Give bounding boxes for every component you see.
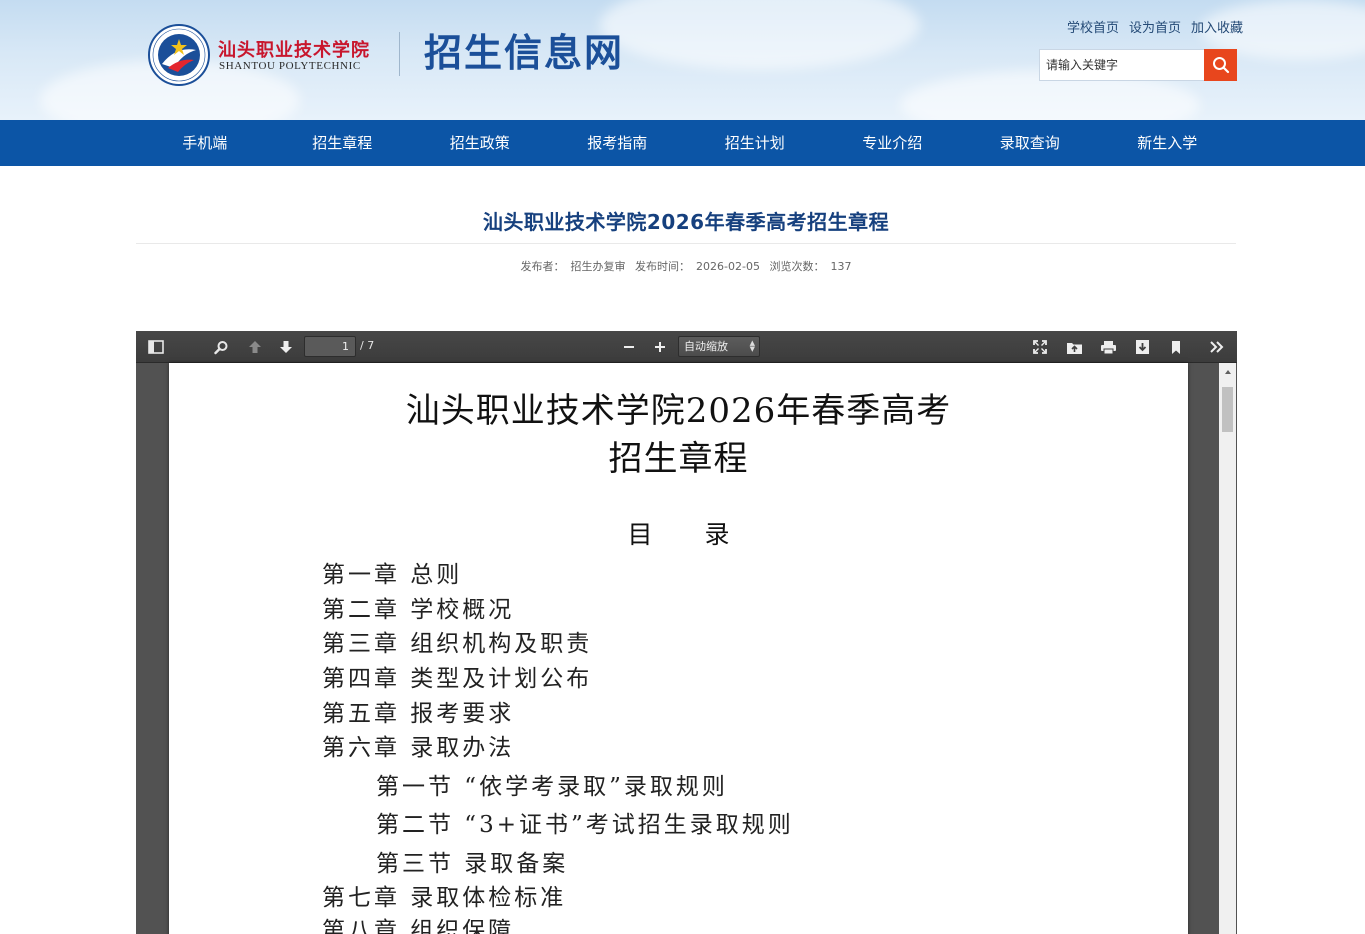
search-box [1039, 49, 1237, 81]
views-value: 137 [830, 260, 852, 273]
search-icon [1212, 57, 1229, 74]
zoom-out-button[interactable] [618, 337, 640, 357]
scroll-thumb[interactable] [1222, 387, 1233, 432]
toc-item: 第七章 录取体检标准 [322, 885, 567, 911]
presentation-mode-button[interactable] [1029, 337, 1051, 357]
toc-item: 第三节 录取备案 [376, 851, 569, 877]
link-add-favorite[interactable]: 加入收藏 [1191, 17, 1243, 36]
nav-freshman-enrollment[interactable]: 新生入学 [1099, 120, 1237, 166]
arrow-up-icon [249, 341, 261, 353]
nav-admission-charter[interactable]: 招生章程 [274, 120, 412, 166]
publish-time-label: 发布时间： [635, 260, 691, 273]
download-button[interactable] [1131, 337, 1153, 357]
school-name-cn[interactable]: 汕头职业技术学院 [218, 36, 370, 62]
nav-admission-plan[interactable]: 招生计划 [686, 120, 824, 166]
toc-item: 第一章 总则 [322, 562, 463, 588]
plus-icon [655, 342, 665, 352]
zoom-in-button[interactable] [649, 337, 671, 357]
bookmark-icon [1172, 340, 1180, 354]
nav-admission-query[interactable]: 录取查询 [961, 120, 1099, 166]
toc-item: 第八章 组织保障 [322, 918, 515, 934]
article-meta: 发布者： 招生办复审 发布时间： 2026-02-05 浏览次数： 137 [136, 258, 1236, 274]
pdf-title-line1: 汕头职业技术学院2026年春季高考 [405, 391, 952, 431]
link-school-home[interactable]: 学校首页 [1067, 17, 1119, 36]
article-title: 汕头职业技术学院2026年春季高考招生章程 [482, 210, 890, 234]
main-nav: 手机端 招生章程 招生政策 报考指南 招生计划 专业介绍 录取查询 新生入学 [0, 120, 1365, 166]
toc-heading: 目 录 [627, 520, 752, 549]
vertical-scrollbar[interactable] [1219, 363, 1236, 934]
nav-majors[interactable]: 专业介绍 [824, 120, 962, 166]
logo-divider [399, 32, 400, 76]
toc-item: 第六章 录取办法 [322, 735, 515, 761]
cloud-decoration [600, 0, 920, 70]
zoom-value: 自动缩放 [684, 340, 728, 353]
sidebar-toggle-icon [148, 340, 164, 354]
minus-icon [624, 346, 634, 348]
publisher-value: 招生办复审 [570, 260, 626, 273]
next-page-button[interactable] [275, 337, 297, 357]
toc-item: 第一节 “依学考录取”录取规则 [376, 774, 728, 800]
arrow-down-icon [280, 341, 292, 353]
zoom-select[interactable]: 自动缩放 ▲ ▼ [678, 336, 760, 357]
toc-item: 第二章 学校概况 [322, 597, 515, 623]
toc-item: 第二节 “3+证书”考试招生录取规则 [376, 812, 794, 838]
toc-item: 第四章 类型及计划公布 [322, 666, 593, 692]
school-name-en[interactable]: SHANTOU POLYTECHNIC [219, 60, 361, 72]
link-set-homepage[interactable]: 设为首页 [1129, 17, 1181, 36]
top-links: 学校首页 设为首页 加入收藏 [1067, 17, 1243, 36]
double-chevron-right-icon [1210, 341, 1224, 353]
previous-page-button[interactable] [244, 337, 266, 357]
title-divider [136, 243, 1236, 244]
scroll-up-button[interactable] [1219, 363, 1236, 380]
site-header: 汕头职业技术学院 SHANTOU POLYTECHNIC 招生信息网 学校首页 … [0, 0, 1365, 120]
views-label: 浏览次数： [769, 260, 825, 273]
nav-application-guide[interactable]: 报考指南 [549, 120, 687, 166]
search-input[interactable] [1039, 49, 1204, 81]
school-emblem-icon[interactable] [148, 24, 210, 86]
page-count: / 7 [360, 339, 375, 352]
folder-open-icon [1066, 342, 1082, 354]
pdf-toolbar: / 7 自动缩放 ▲▼ [136, 331, 1237, 363]
pdf-title-line2: 招生章程 [608, 439, 749, 479]
print-button[interactable] [1097, 337, 1119, 357]
nav-mobile[interactable]: 手机端 [136, 120, 274, 166]
open-file-button[interactable] [1063, 337, 1085, 357]
tools-button[interactable] [1206, 337, 1228, 357]
bookmark-button[interactable] [1165, 337, 1187, 357]
publisher-label: 发布者： [520, 260, 565, 273]
toc-item: 第三章 组织机构及职责 [322, 631, 593, 657]
find-button[interactable] [210, 337, 232, 357]
download-icon [1135, 340, 1149, 354]
select-caret-icon: ▲ ▼ [749, 339, 755, 353]
pdf-viewport[interactable]: 汕头职业技术学院2026年春季高考 招生章程 目 录 第一章 总则 第二章 学校… [136, 363, 1237, 934]
toggle-sidebar-button[interactable] [145, 337, 167, 357]
toc-item: 第五章 报考要求 [322, 701, 515, 727]
publish-time-value: 2026-02-05 [696, 260, 760, 273]
page-number-input[interactable] [304, 336, 356, 357]
pdf-viewer: / 7 自动缩放 ▲▼ [136, 331, 1237, 934]
printer-icon [1100, 340, 1116, 354]
pdf-page: 汕头职业技术学院2026年春季高考 招生章程 目 录 第一章 总则 第二章 学校… [169, 363, 1188, 934]
search-icon [213, 340, 227, 354]
triangle-up-icon [1224, 369, 1231, 374]
site-title[interactable]: 招生信息网 [424, 30, 624, 76]
fullscreen-icon [1033, 340, 1047, 354]
nav-admission-policy[interactable]: 招生政策 [411, 120, 549, 166]
search-button[interactable] [1204, 49, 1237, 81]
